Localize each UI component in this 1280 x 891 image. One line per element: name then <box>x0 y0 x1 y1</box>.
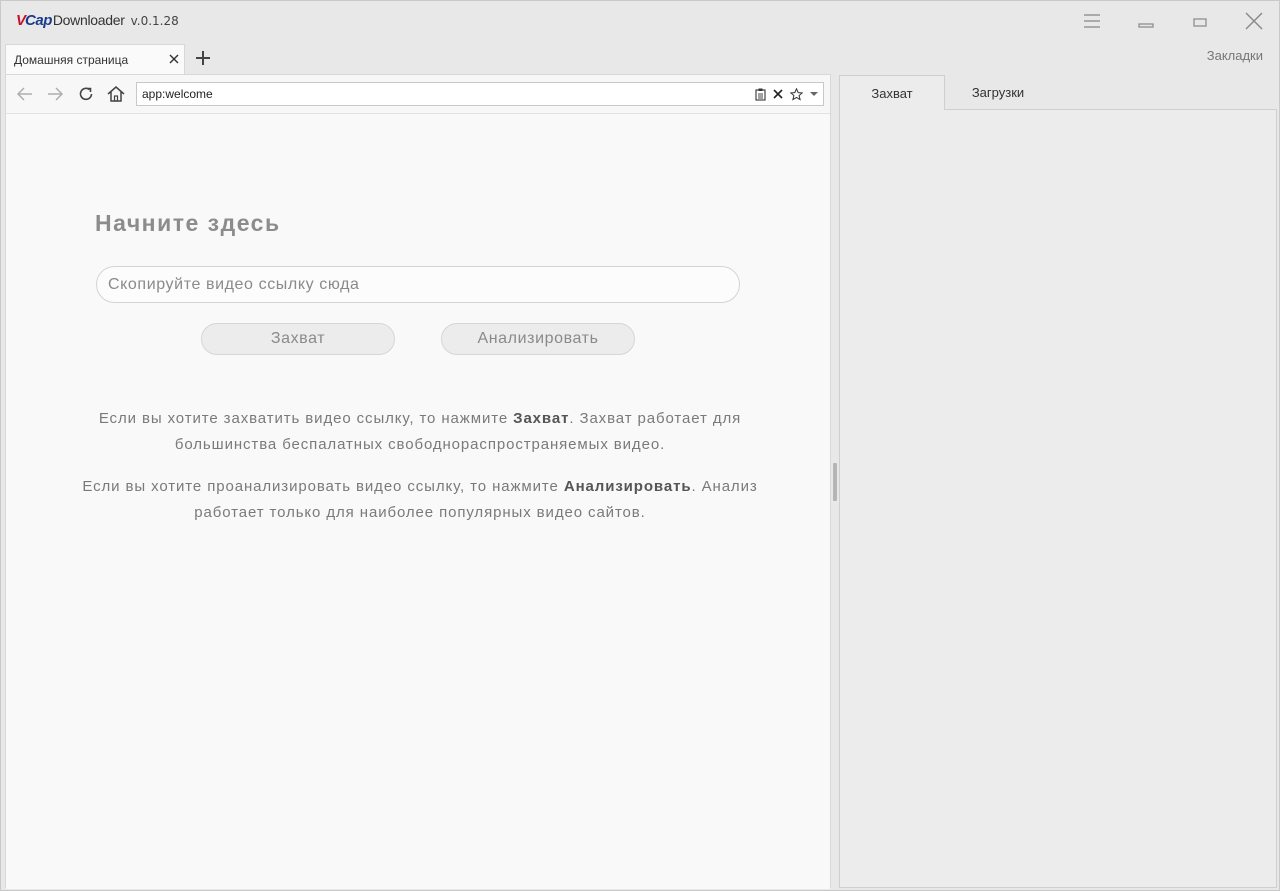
reload-icon <box>79 87 93 101</box>
navigation-bar: app:welcome <box>6 75 830 114</box>
bookmarks-link[interactable]: Закладки <box>1207 48 1263 63</box>
capture-info-pre: Если вы хотите захватить видео ссылку, т… <box>98 410 514 427</box>
browser-pane: app:welcome Начните здесь Скопируйте вид… <box>5 74 831 889</box>
back-button[interactable] <box>14 83 36 105</box>
pane-splitter-handle[interactable] <box>833 463 837 501</box>
bookmark-star-button[interactable] <box>787 85 805 103</box>
welcome-page: Начните здесь Захват Анализировать Если … <box>6 114 830 889</box>
minimize-button[interactable] <box>1128 7 1164 35</box>
tab-label: Домашняя страница <box>14 52 129 67</box>
maximize-button[interactable] <box>1182 7 1218 35</box>
capture-info-text: Если вы хотите захватить видео ссылку, т… <box>80 406 760 458</box>
side-panel: Захват Загрузки <box>839 75 1277 888</box>
logo-cap: Cap <box>25 12 52 29</box>
video-link-input[interactable] <box>96 266 740 303</box>
app-logo: V Cap Downloader v.0.1.28 <box>16 12 179 32</box>
home-button[interactable] <box>105 83 127 105</box>
address-bar[interactable]: app:welcome <box>136 82 824 106</box>
app-window: V Cap Downloader v.0.1.28 Домашняя стран… <box>0 0 1280 891</box>
tab-close-button[interactable] <box>167 52 181 66</box>
analyze-info-bold: Анализировать <box>563 478 692 495</box>
clipboard-icon <box>754 88 766 101</box>
home-icon <box>107 86 125 102</box>
analyze-info-text: Если вы хотите проанализировать видео сс… <box>80 474 760 526</box>
clear-url-button[interactable] <box>769 85 787 103</box>
forward-button[interactable] <box>44 83 66 105</box>
analyze-info-pre: Если вы хотите проанализировать видео сс… <box>82 478 564 495</box>
page-title: Начните здесь <box>95 210 281 236</box>
logo-downloader: Downloader <box>52 12 125 28</box>
minimize-icon <box>1138 23 1154 28</box>
back-arrow-icon <box>17 87 32 101</box>
menu-icon <box>1084 14 1100 28</box>
close-icon <box>1245 12 1263 30</box>
star-icon <box>789 87 803 101</box>
clear-icon <box>773 89 783 99</box>
menu-button[interactable] <box>1074 7 1110 35</box>
dropdown-icon <box>810 92 818 96</box>
url-dropdown-button[interactable] <box>805 85 823 103</box>
close-window-button[interactable] <box>1236 7 1272 35</box>
app-version: v.0.1.28 <box>130 14 179 28</box>
capture-button[interactable]: Захват <box>201 323 395 355</box>
plus-icon <box>196 51 210 65</box>
tab-home[interactable]: Домашняя страница <box>5 44 185 74</box>
clipboard-button[interactable] <box>751 85 769 103</box>
logo-v: V <box>16 12 26 29</box>
side-panel-content <box>839 109 1277 888</box>
new-tab-button[interactable] <box>193 48 213 68</box>
forward-arrow-icon <box>48 87 63 101</box>
tab-downloads[interactable]: Загрузки <box>945 75 1051 110</box>
url-text[interactable]: app:welcome <box>142 87 751 101</box>
analyze-button[interactable]: Анализировать <box>441 323 635 355</box>
close-icon <box>169 54 179 64</box>
reload-button[interactable] <box>75 83 97 105</box>
title-bar: V Cap Downloader v.0.1.28 <box>1 1 1279 41</box>
capture-info-bold: Захват <box>513 410 570 427</box>
maximize-icon <box>1193 18 1207 27</box>
tab-capture[interactable]: Захват <box>839 75 945 110</box>
